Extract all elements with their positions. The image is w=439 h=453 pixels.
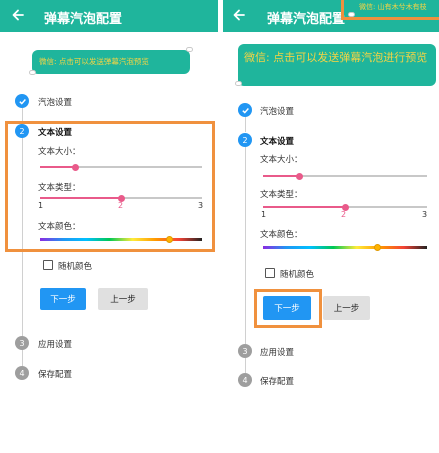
step-1-done[interactable] (238, 103, 252, 117)
text-size-slider-fill (263, 175, 300, 177)
step-1-done[interactable] (15, 94, 29, 108)
step-4-label[interactable]: 保存配置 (38, 368, 72, 380)
text-type-slider[interactable] (263, 203, 427, 211)
step-1-label[interactable]: 汽泡设置 (260, 105, 294, 117)
text-type-tick: 2 (341, 210, 347, 219)
step-3[interactable]: 3 (238, 344, 252, 358)
step-3[interactable]: 3 (15, 336, 29, 350)
step-4-number: 4 (19, 368, 25, 378)
text-color-slider-thumb[interactable] (374, 244, 382, 251)
left-screen: 弹幕汽泡配置 微信: 点击可以发送弹幕汽泡预览 汽泡设置 2 文本设置 文本大小… (0, 0, 218, 430)
text-color-label: 文本颜色： (260, 230, 303, 240)
step-3-number: 3 (19, 338, 25, 348)
highlight-box-next-button (254, 289, 322, 328)
page-title: 弹幕汽泡配置 (44, 12, 123, 27)
next-button-label: 下一步 (50, 295, 76, 305)
check-icon (241, 107, 249, 114)
random-color-checkbox[interactable] (43, 260, 53, 270)
previous-button-label: 上一步 (333, 304, 360, 314)
random-color-label: 随机颜色 (280, 270, 315, 280)
check-icon (18, 98, 26, 105)
preview-bubble-text: 微信: 点击可以发送弹幕汽泡预览 (39, 57, 149, 66)
previous-button[interactable]: 上一步 (323, 296, 370, 320)
app-bar: 弹幕汽泡配置 (0, 0, 218, 32)
step-4[interactable]: 4 (238, 373, 252, 387)
text-size-slider[interactable] (263, 172, 427, 180)
step-3-number: 3 (242, 346, 248, 356)
text-size-slider-thumb[interactable] (295, 172, 303, 180)
preview-bubble-text: 微信: 点击可以发送弹幕汽泡进行预览 (244, 51, 428, 64)
highlight-box-text-settings (5, 121, 215, 252)
step-2-number: 2 (242, 135, 248, 145)
bubble-tail (29, 70, 36, 75)
preview-bubble[interactable]: 微信: 点击可以发送弹幕汽泡预览 (32, 50, 190, 74)
text-type-tick: 1 (261, 210, 267, 219)
arrow-left-icon[interactable] (10, 7, 26, 23)
page-footer-space (0, 430, 439, 453)
step-4-label[interactable]: 保存配置 (260, 375, 294, 387)
highlight-box-floating-bubble (341, 0, 439, 20)
text-size-label: 文本大小： (260, 155, 303, 165)
bubble-tail (186, 47, 193, 52)
random-color-label: 随机颜色 (58, 262, 93, 272)
previous-button-label: 上一步 (110, 295, 136, 305)
bubble-tail (235, 81, 242, 86)
arrow-left-icon[interactable] (231, 7, 247, 23)
step-4[interactable]: 4 (15, 366, 29, 380)
page-title: 弹幕汽泡配置 (267, 12, 346, 27)
preview-bubble[interactable]: 微信: 点击可以发送弹幕汽泡进行预览 (238, 44, 436, 86)
text-type-slider-fill (263, 206, 345, 208)
previous-button[interactable]: 上一步 (98, 288, 148, 310)
text-type-label: 文本类型： (260, 190, 303, 200)
step-connector (245, 147, 246, 344)
step-4-number: 4 (242, 375, 248, 385)
text-type-tick: 3 (422, 210, 428, 219)
next-button[interactable]: 下一步 (40, 288, 86, 310)
step-3-label[interactable]: 应用设置 (260, 346, 294, 358)
step-1-label[interactable]: 汽泡设置 (38, 96, 72, 108)
text-color-slider[interactable] (263, 244, 427, 251)
step-connector (245, 117, 246, 132)
step-2-label[interactable]: 文本设置 (260, 135, 294, 147)
random-color-checkbox[interactable] (265, 268, 275, 278)
step-2-active[interactable]: 2 (238, 133, 252, 147)
step-connector (22, 349, 23, 366)
step-3-label[interactable]: 应用设置 (38, 338, 72, 350)
right-screen: 弹幕汽泡配置 微信: 山有木兮木有枝 微信: 点击可以发送弹幕汽泡进行预览 汽泡… (223, 0, 439, 430)
step-connector (245, 358, 246, 373)
